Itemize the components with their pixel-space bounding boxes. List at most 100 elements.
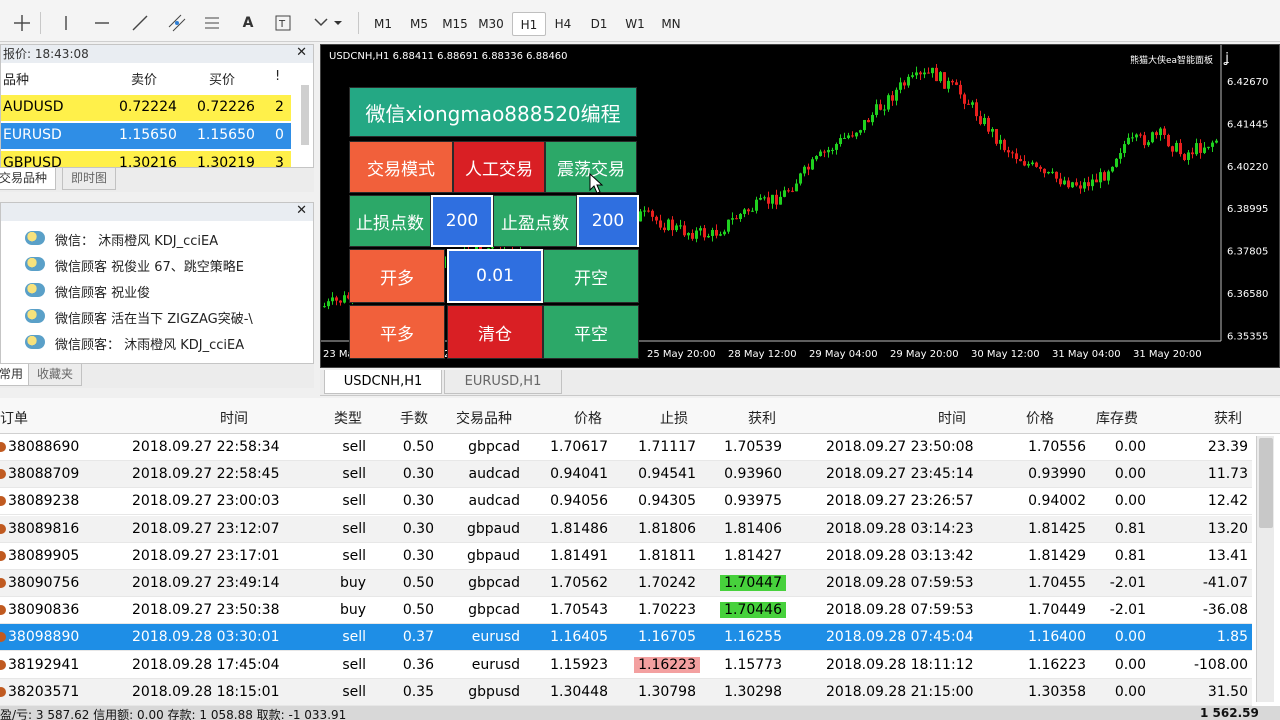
table-row[interactable]: 38090756 2018.09.27 23:49:14 buy 0.50 gbpcad… xyxy=(0,570,1252,597)
tab-tick-chart[interactable]: 即时图 xyxy=(62,168,117,190)
market-row-gbpusd[interactable]: GBPUSD 1.30216 1.30219 3 xyxy=(1,151,291,167)
close-buy-button[interactable]: 平多 xyxy=(349,305,445,359)
col-order[interactable]: 订单 xyxy=(0,408,28,428)
open-sell-button[interactable]: 开空 xyxy=(543,249,639,303)
candle-body xyxy=(1107,171,1110,181)
close-sell-button[interactable]: 平空 xyxy=(543,305,639,359)
candle-body xyxy=(719,234,722,236)
cell-lots: 0.30 xyxy=(402,493,434,510)
table-row[interactable]: 38203571 2018.09.28 18:15:01 sell 0.35 gbpus… xyxy=(0,678,1252,706)
candle-body xyxy=(887,95,890,110)
nav-ea-item[interactable]: 微信： 沐雨橙风 KDJ_cciEA xyxy=(25,227,293,251)
time-tick-label: 29 May 04:00 xyxy=(809,349,878,360)
tf-m30[interactable]: M30 xyxy=(474,12,508,36)
market-scrollbar[interactable] xyxy=(301,85,309,145)
cell-tp: 1.81427 xyxy=(724,547,782,564)
col-lots[interactable]: 手数 xyxy=(400,408,428,428)
channel-icon[interactable] xyxy=(164,10,190,36)
tf-m5[interactable]: M5 xyxy=(402,12,436,36)
col-profit[interactable]: 获利 xyxy=(1214,408,1242,428)
open-buy-button[interactable]: 开多 xyxy=(349,249,445,303)
candle-body xyxy=(667,219,670,231)
col-close-time[interactable]: 时间 xyxy=(938,408,966,428)
lot-size-input[interactable]: 0.01 xyxy=(447,249,543,303)
table-row[interactable]: 38089238 2018.09.27 23:00:03 sell 0.30 audca… xyxy=(0,488,1252,516)
cell-sl: 1.30798 xyxy=(638,683,696,700)
candle-body xyxy=(735,218,738,220)
cell-open-price: 1.81486 xyxy=(550,520,608,537)
col-swap[interactable]: 库存费 xyxy=(1096,408,1138,428)
table-row[interactable]: 38089905 2018.09.27 23:17:01 sell 0.30 gbpau… xyxy=(0,543,1252,570)
tf-h1[interactable]: H1 xyxy=(512,12,546,36)
candle-body xyxy=(1023,161,1026,166)
candle-body xyxy=(907,76,910,86)
fibonacci-icon[interactable] xyxy=(200,10,224,36)
trendline-icon[interactable] xyxy=(128,10,152,36)
col-type[interactable]: 类型 xyxy=(334,408,362,428)
label-icon[interactable]: T xyxy=(272,10,294,36)
candle-body xyxy=(679,225,682,227)
close-icon[interactable]: ✕ xyxy=(296,203,307,218)
table-row[interactable]: 38089816 2018.09.27 23:12:07 sell 0.30 gbpau… xyxy=(0,515,1252,543)
market-row-audusd[interactable]: AUDUSD 0.72224 0.72226 2 xyxy=(1,95,291,121)
expert-advisor-icon xyxy=(25,231,45,245)
cell-tp: 1.30298 xyxy=(724,683,782,700)
horizontal-line-icon[interactable] xyxy=(90,10,114,36)
cell-close-time: 2018.09.27 23:45:14 xyxy=(826,466,974,483)
nav-ea-item[interactable]: 微信顾客 祝业俊 xyxy=(25,279,293,303)
candle-body xyxy=(979,116,982,125)
tab-symbols[interactable]: 交易品种 xyxy=(0,168,57,190)
tf-mn[interactable]: MN xyxy=(654,12,688,36)
chart-tabs: USDCNH,H1 EURUSD,H1 xyxy=(320,370,1280,396)
cell-close-price: 1.70449 xyxy=(1028,602,1086,619)
candle-body xyxy=(891,95,894,101)
nav-ea-item[interactable]: 微信顾客： 沐雨橙风 KDJ_cciEA xyxy=(25,331,293,355)
table-row[interactable]: 38090836 2018.09.27 23:50:38 buy 0.50 gbpcad… xyxy=(0,597,1252,625)
text-icon[interactable]: A xyxy=(238,10,258,36)
close-all-button[interactable]: 清仓 xyxy=(447,305,543,359)
cell-order: 38089905 xyxy=(8,547,80,564)
market-row-eurusd[interactable]: EURUSD 1.15650 1.15650 0 xyxy=(1,123,291,149)
scroll-thumb[interactable] xyxy=(1259,438,1273,528)
crosshair-icon[interactable] xyxy=(10,10,34,36)
tf-d1[interactable]: D1 xyxy=(582,12,616,36)
candle-body xyxy=(1075,182,1078,186)
col-open-time[interactable]: 时间 xyxy=(220,408,248,428)
manual-trade-button[interactable]: 人工交易 xyxy=(453,141,545,193)
candle-body xyxy=(727,219,730,232)
price-chart[interactable]: 6.42670 6.41445 6.40220 6.38995 6.37805 6.365… xyxy=(320,44,1280,368)
ea-label: 熊猫大侠ea智能面板 xyxy=(1129,56,1213,66)
cell-lots: 0.30 xyxy=(402,547,434,564)
table-row[interactable]: 38192941 2018.09.28 17:45:04 sell 0.36 eurus… xyxy=(0,652,1252,679)
tab-eurusd-h1[interactable]: EURUSD,H1 xyxy=(444,370,562,394)
tf-w1[interactable]: W1 xyxy=(618,12,652,36)
col-open-price[interactable]: 价格 xyxy=(574,408,602,428)
col-symbol[interactable]: 交易品种 xyxy=(456,408,512,428)
table-row[interactable]: 38088690 2018.09.27 22:58:34 sell 0.50 gbpca… xyxy=(0,434,1252,461)
cell-tp: 1.70446 xyxy=(720,602,786,619)
col-tp[interactable]: 获利 xyxy=(748,408,776,428)
close-icon[interactable]: ✕ xyxy=(296,45,307,60)
take-profit-input[interactable]: 200 xyxy=(577,195,639,247)
candle-body xyxy=(747,209,750,212)
col-sl[interactable]: 止损 xyxy=(660,408,688,428)
cell-open-price: 1.30448 xyxy=(550,683,608,700)
nav-ea-item[interactable]: 微信顾客 祝俊业 67、跳空策略E xyxy=(25,253,293,277)
tab-favorites[interactable]: 收藏夹 xyxy=(28,364,83,386)
table-scrollbar[interactable] xyxy=(1256,436,1274,702)
cell-order: 38089816 xyxy=(8,520,80,537)
table-row[interactable]: 38098890 2018.09.28 03:30:01 sell 0.37 eurus… xyxy=(0,624,1252,652)
nav-ea-item[interactable]: 微信顾客 活在当下 ZIGZAG突破-\ xyxy=(25,305,293,329)
tab-usdcnh-h1[interactable]: USDCNH,H1 xyxy=(324,370,442,394)
tf-m1[interactable]: M1 xyxy=(366,12,400,36)
account-history-table: 订单 时间 类型 手数 交易品种 价格 止损 获利 时间 价格 库存费 获利 3… xyxy=(0,398,1280,720)
candle-body xyxy=(1171,146,1174,152)
stop-loss-input[interactable]: 200 xyxy=(431,195,493,247)
vertical-line-icon[interactable] xyxy=(56,10,76,36)
arrows-icon[interactable] xyxy=(310,10,346,36)
candle-body xyxy=(1039,166,1042,169)
tf-h4[interactable]: H4 xyxy=(546,12,580,36)
col-close-price[interactable]: 价格 xyxy=(1026,408,1054,428)
table-row[interactable]: 38088709 2018.09.27 22:58:45 sell 0.30 audca… xyxy=(0,461,1252,489)
tf-m15[interactable]: M15 xyxy=(438,12,472,36)
